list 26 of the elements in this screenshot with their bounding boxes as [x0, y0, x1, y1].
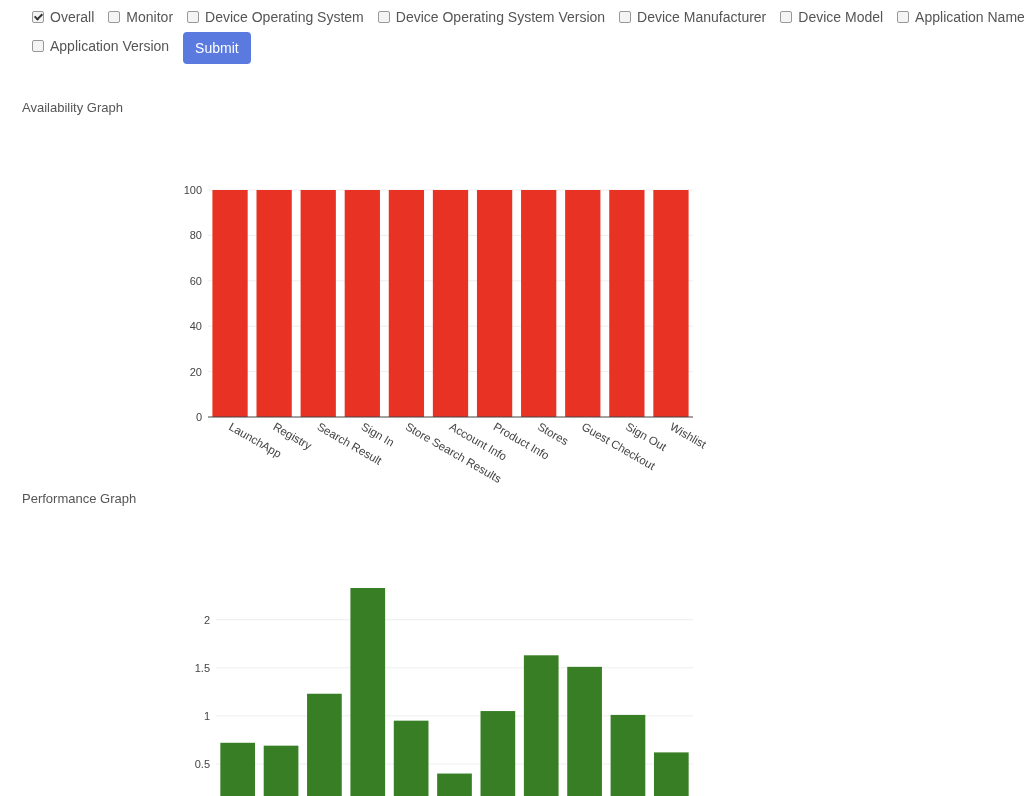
y-tick-label: 0	[195, 411, 202, 423]
x-axis-label: Sign In	[359, 420, 397, 449]
filter-checkbox[interactable]: Device Model	[780, 6, 884, 28]
submit-button[interactable]: Submit	[183, 32, 251, 64]
y-tick-label: 40	[189, 320, 202, 333]
filter-checkbox[interactable]: Device Operating System Version	[377, 6, 606, 28]
filter-checkbox[interactable]: Device Operating System	[187, 6, 364, 28]
y-tick-label: 1.5	[194, 661, 210, 674]
bar	[437, 773, 472, 796]
filter-checkbox[interactable]: Application Name	[897, 6, 1024, 28]
bar	[653, 752, 689, 796]
filter-checkbox[interactable]: Device Manufacturer	[619, 6, 767, 28]
y-tick-label: 80	[189, 229, 202, 242]
graph-title: Availability Graph	[21, 100, 124, 115]
y-tick-label: 1	[203, 709, 210, 722]
filter-checkbox[interactable]: Application Version	[32, 35, 170, 57]
filter-checkbox[interactable]: Monitor	[108, 6, 174, 28]
bar	[220, 742, 256, 796]
y-tick-label: 60	[189, 274, 202, 287]
y-tick-label: 2	[203, 613, 210, 626]
y-tick-label: 20	[189, 365, 202, 378]
graph-title: Performance Graph	[21, 491, 138, 506]
y-tick-label: 100	[183, 184, 202, 196]
y-tick-label: 0.5	[194, 757, 210, 770]
bar	[263, 745, 299, 796]
filter-checkbox[interactable]: Overall	[32, 6, 95, 28]
